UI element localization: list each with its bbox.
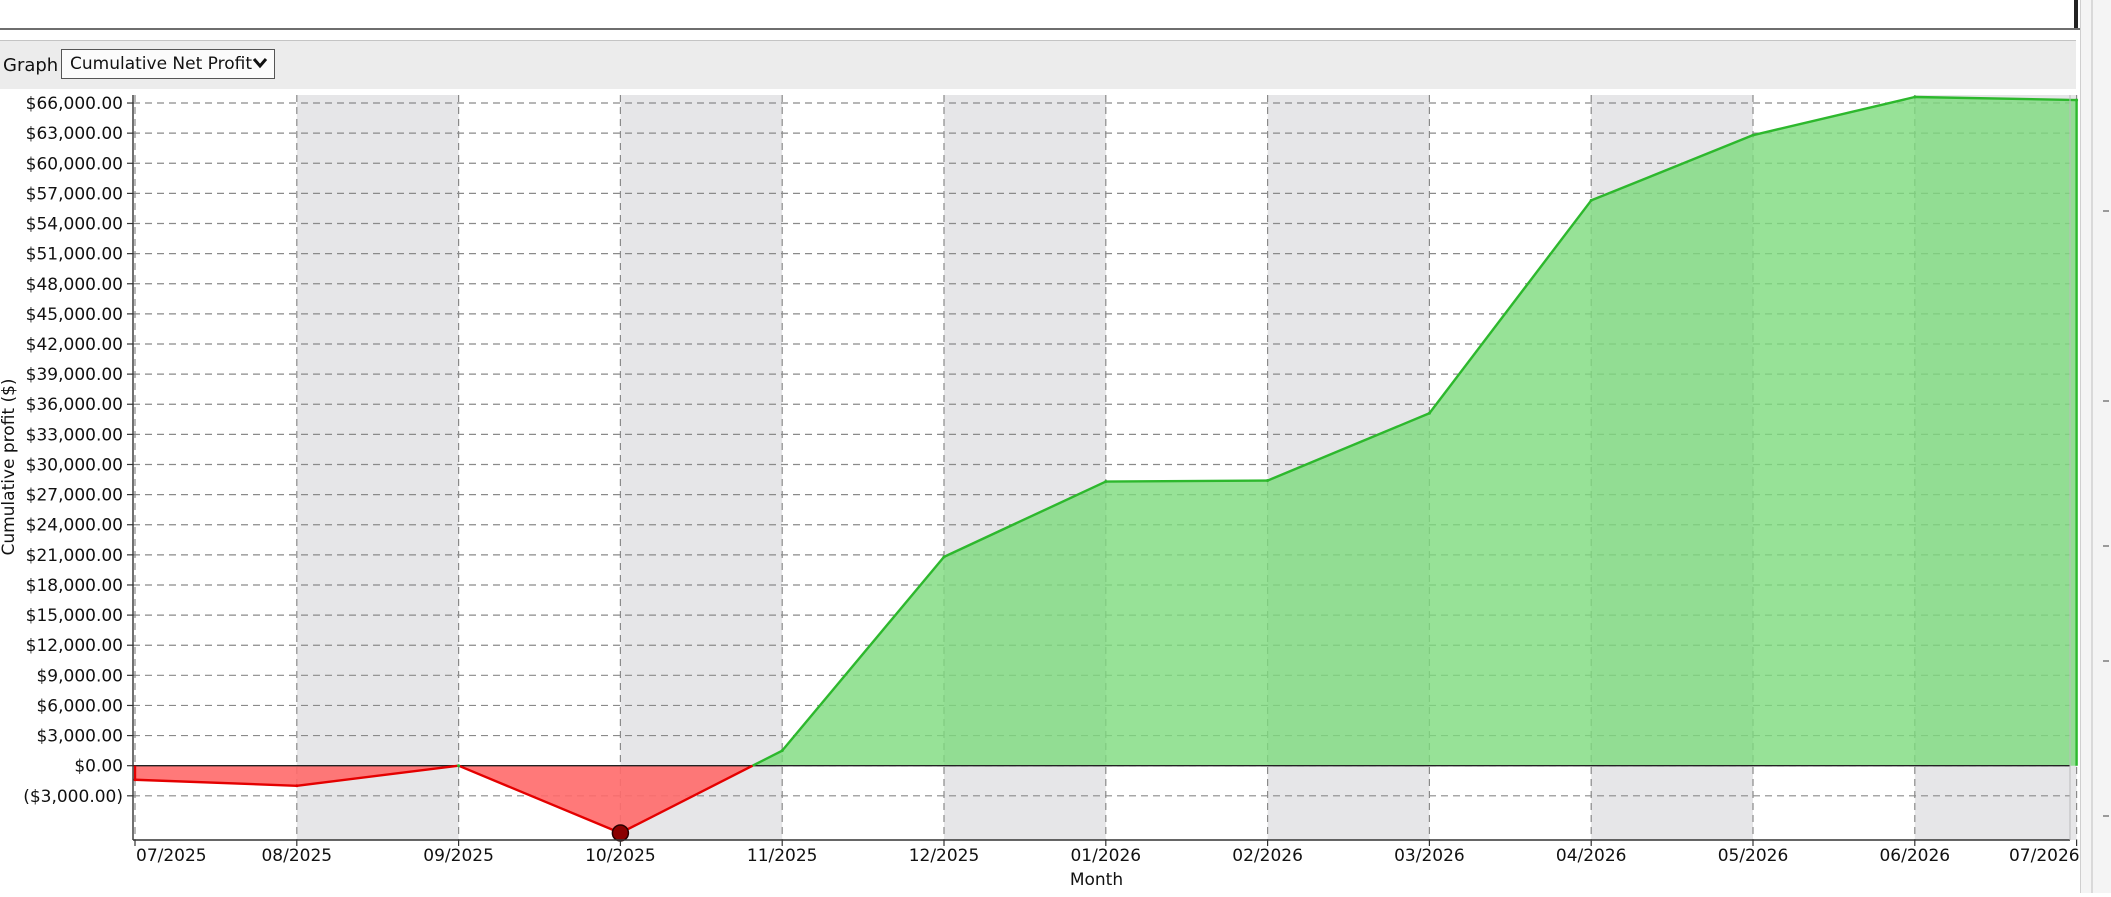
- graph-type-select[interactable]: Cumulative Net Profit: [61, 49, 275, 79]
- y-tick-label: $12,000.00: [26, 636, 123, 656]
- y-axis-title: Cumulative profit ($): [0, 378, 19, 555]
- y-tick-label: $21,000.00: [26, 546, 123, 566]
- top-panel: [0, 0, 2080, 30]
- x-tick-label: 06/2026: [1879, 846, 1950, 866]
- x-tick-label: 04/2026: [1556, 846, 1627, 866]
- right-side-panel: [2080, 0, 2111, 893]
- y-tick-label: $45,000.00: [26, 305, 123, 325]
- drawdown-marker: [611, 824, 630, 842]
- x-tick-label: 12/2025: [909, 846, 980, 866]
- right-panel-divider: [2091, 0, 2093, 893]
- y-tick-label: $30,000.00: [26, 455, 123, 475]
- y-tick-label: $54,000.00: [26, 215, 123, 235]
- month-band: [620, 95, 783, 840]
- y-tick-label: $39,000.00: [26, 365, 123, 385]
- data-point: [942, 555, 946, 559]
- data-point: [1913, 95, 1917, 99]
- y-tick-label: $51,000.00: [26, 245, 123, 265]
- data-point: [2075, 98, 2079, 102]
- right-panel-tick: [2103, 815, 2109, 817]
- data-point: [1751, 133, 1755, 137]
- cumulative-profit-chart: ($3,000.00) $0.00 $3,000.00 $6,000.00 $9,000…: [0, 94, 2080, 890]
- x-tick-label: 11/2025: [747, 846, 818, 866]
- y-tick-label: $15,000.00: [26, 606, 123, 626]
- x-tick-label: 07/2026: [2009, 846, 2080, 866]
- x-tick-label: 10/2025: [585, 846, 656, 866]
- right-panel-tick: [2103, 400, 2109, 402]
- y-tick-label: ($3,000.00): [23, 787, 123, 807]
- y-tick-label: $0.00: [74, 757, 123, 777]
- right-panel-tick: [2103, 545, 2109, 547]
- y-tick-label: $27,000.00: [26, 486, 123, 506]
- right-panel-tick: [2103, 660, 2109, 662]
- y-tick-label: $57,000.00: [26, 184, 123, 204]
- x-tick-label: 07/2025: [136, 846, 207, 866]
- x-tick-label: 05/2026: [1718, 846, 1789, 866]
- data-point: [1104, 480, 1108, 484]
- x-axis-title: Month: [1070, 870, 1123, 890]
- x-tick-label: 09/2025: [423, 846, 494, 866]
- data-point: [295, 784, 299, 788]
- right-panel-tick: [2103, 210, 2109, 212]
- data-point: [1427, 411, 1431, 415]
- graph-type-value: Cumulative Net Profit: [70, 54, 253, 74]
- y-tick-label: $48,000.00: [26, 275, 123, 295]
- y-tick-label: $24,000.00: [26, 516, 123, 536]
- x-tick-label: 01/2026: [1070, 846, 1141, 866]
- data-point: [133, 778, 137, 782]
- x-tick-label: 03/2026: [1394, 846, 1465, 866]
- top-panel-edge: [2074, 0, 2078, 28]
- y-tick-label: $60,000.00: [26, 154, 123, 174]
- y-tick-label: $3,000.00: [36, 727, 123, 747]
- y-tick-label: $18,000.00: [26, 576, 123, 596]
- data-point: [1589, 198, 1593, 202]
- graph-toolbar: Graph Cumulative Net Profit: [0, 40, 2076, 90]
- data-point: [457, 764, 461, 768]
- y-tick-label: $42,000.00: [26, 335, 123, 355]
- data-point: [1266, 479, 1270, 483]
- graph-label: Graph: [3, 55, 59, 76]
- y-tick-label: $36,000.00: [26, 395, 123, 415]
- y-tick-label: $9,000.00: [36, 666, 123, 686]
- chevron-down-icon: [252, 58, 268, 69]
- x-tick-label: 02/2026: [1232, 846, 1303, 866]
- y-tick-label: $66,000.00: [26, 94, 123, 114]
- y-tick-label: $63,000.00: [26, 124, 123, 144]
- y-tick-label: $33,000.00: [26, 425, 123, 445]
- chart-area: ($3,000.00) $0.00 $3,000.00 $6,000.00 $9,000…: [0, 89, 2080, 893]
- y-tick-label: $6,000.00: [36, 696, 123, 716]
- x-tick-label: 08/2025: [261, 846, 332, 866]
- month-band: [296, 95, 459, 840]
- positive-line-segment: [1105, 479, 1268, 483]
- data-point: [780, 749, 784, 753]
